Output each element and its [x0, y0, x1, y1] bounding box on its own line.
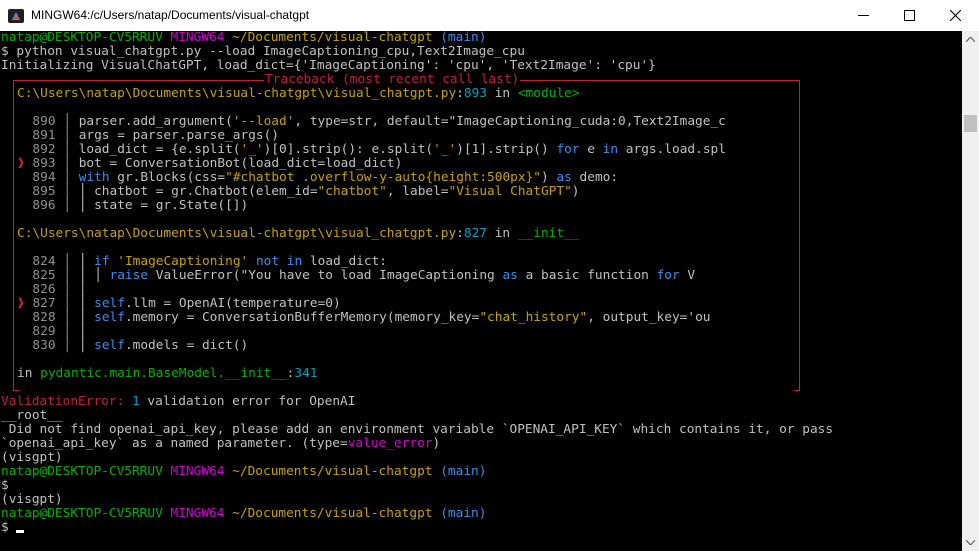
window-title: MINGW64:/c/Users/natap/Documents/visual-…	[31, 8, 310, 22]
env-line: (visgpt)	[1, 492, 63, 507]
code-line-827: ❱ 827 │ │ self.llm = OpenAI(temperature=…	[17, 296, 341, 311]
prompt-line: natap@DESKTOP-CV5RRUV MINGW64 ~/Document…	[1, 31, 487, 45]
output-line: __root__	[1, 408, 63, 423]
output-line: `openai_api_key` as a named parameter. (…	[1, 436, 441, 451]
maximize-button[interactable]	[887, 0, 933, 31]
traceback-frame-1: C:\Users\natap\Documents\visual-chatgpt\…	[17, 86, 580, 101]
command-line: $ python visual_chatgpt.py --load ImageC…	[1, 44, 525, 59]
title-bar[interactable]: MINGW64:/c/Users/natap/Documents/visual-…	[0, 0, 979, 32]
prompt-line: natap@DESKTOP-CV5RRUV MINGW64 ~/Document…	[1, 506, 487, 521]
terminal-output[interactable]: natap@DESKTOP-CV5RRUV MINGW64 ~/Document…	[0, 31, 962, 551]
code-line-830: 830 │ │ self.models = dict()	[32, 338, 249, 353]
traceback-frame-3: in pydantic.main.BaseModel.__init__:341	[17, 366, 318, 381]
prompt-line: natap@DESKTOP-CV5RRUV MINGW64 ~/Document…	[1, 464, 487, 479]
vertical-scrollbar[interactable]	[962, 31, 979, 551]
traceback-title: Traceback (most recent call last)	[264, 72, 521, 87]
close-button[interactable]	[933, 0, 979, 31]
env-line: (visgpt)	[1, 450, 63, 465]
code-line-891: 891 │ args = parser.parse_args()	[32, 128, 280, 143]
maximize-icon	[904, 10, 915, 21]
code-line-892: 892 │ load_dict = {e.split('_')[0].strip…	[32, 142, 726, 157]
output-line: Initializing VisualChatGPT, load_dict={'…	[1, 58, 656, 73]
prompt-symbol: $	[1, 478, 9, 493]
minimize-icon	[858, 15, 869, 16]
terminal-window: MINGW64:/c/Users/natap/Documents/visual-…	[0, 0, 979, 551]
scrollbar-thumb[interactable]	[964, 115, 977, 132]
code-line-826: 826 │ │	[32, 282, 95, 297]
code-line-893: ❱ 893 │ bot = ConversationBot(load_dict=…	[17, 156, 403, 171]
error-line: ValidationError: 1 validation error for …	[1, 394, 356, 409]
code-line-894: 894 │ with gr.Blocks(css="#chatbot .over…	[32, 170, 619, 185]
code-line-896: 896 │ │ state = gr.State([])	[32, 198, 249, 213]
chevron-up-icon	[966, 37, 975, 42]
close-icon	[950, 10, 961, 21]
output-line: Did not find openai_api_key, please add …	[1, 422, 834, 437]
chevron-down-icon	[966, 540, 975, 545]
scroll-down-button[interactable]	[962, 534, 979, 551]
code-line-829: 829 │ │	[32, 324, 95, 339]
prompt-symbol: $	[1, 520, 9, 535]
scroll-up-button[interactable]	[962, 31, 979, 48]
code-line-828: 828 │ │ self.memory = ConversationBuffer…	[32, 310, 711, 325]
minimize-button[interactable]	[841, 0, 887, 31]
traceback-box-bottom	[13, 384, 800, 391]
mingw-terminal-icon[interactable]	[8, 8, 24, 24]
traceback-frame-2: C:\Users\natap\Documents\visual-chatgpt\…	[17, 226, 580, 241]
code-line-890: 890 │ parser.add_argument('--load', type…	[32, 114, 726, 129]
text-cursor	[16, 530, 24, 533]
code-line-825: 825 │ │ │ raise ValueError("You have to …	[32, 268, 696, 283]
code-line-824: 824 │ │ if 'ImageCaptioning' not in load…	[32, 254, 387, 269]
code-line-895: 895 │ │ chatbot = gr.Chatbot(elem_id="ch…	[32, 184, 580, 199]
